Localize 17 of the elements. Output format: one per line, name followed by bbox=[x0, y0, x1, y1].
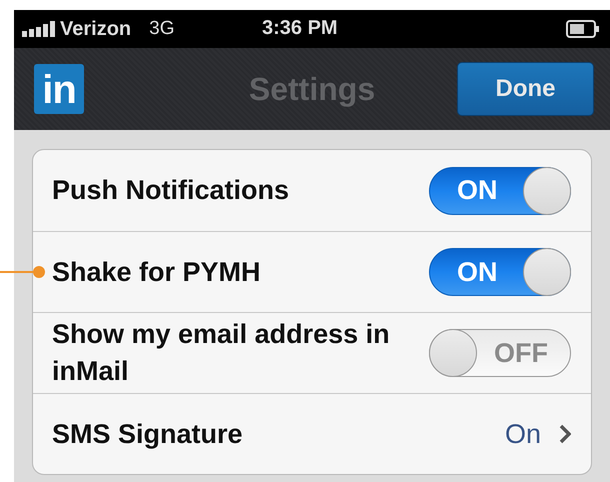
setting-value: On bbox=[504, 418, 541, 450]
setting-label: SMS Signature bbox=[52, 418, 244, 451]
setting-label: Shake for PYMH bbox=[52, 256, 262, 288]
chevron-icon bbox=[559, 424, 571, 444]
carrier-name: Verizon bbox=[60, 18, 132, 40]
done-button[interactable]: Done bbox=[457, 62, 594, 116]
signal-icon bbox=[22, 21, 56, 37]
toggle-switch[interactable]: OFF bbox=[429, 329, 571, 377]
clock-time: 3:36 PM bbox=[262, 17, 338, 40]
toggle-switch[interactable]: ON bbox=[429, 166, 571, 214]
setting-label: Show my email address in inMail bbox=[52, 318, 391, 388]
battery-icon bbox=[566, 20, 600, 38]
network-type: 3G bbox=[149, 18, 174, 40]
toggle-switch[interactable]: ON bbox=[429, 248, 571, 296]
logo-icon: in bbox=[34, 64, 84, 114]
screen-title: Settings bbox=[248, 71, 376, 108]
setting-label: Push Notifications bbox=[52, 174, 290, 207]
